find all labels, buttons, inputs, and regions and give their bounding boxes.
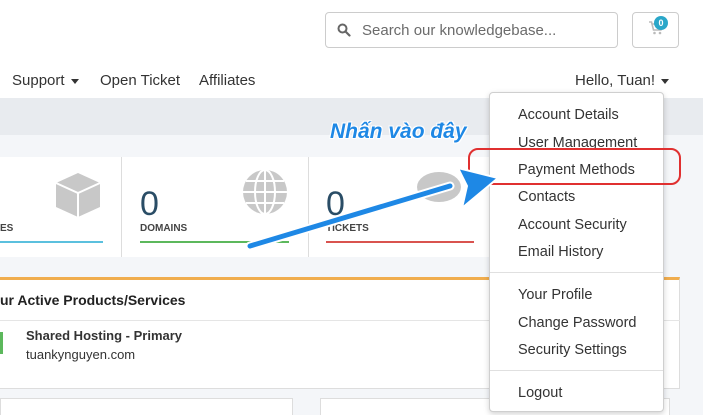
- menu-item-account-security[interactable]: Account Security: [518, 217, 627, 233]
- annotation-text: Nhấn vào đây: [330, 120, 467, 143]
- menu-item-security-settings[interactable]: Security Settings: [518, 342, 627, 358]
- bottom-card-left: [0, 398, 293, 415]
- menu-item-email-history[interactable]: Email History: [518, 244, 603, 260]
- nav-support[interactable]: Support: [12, 72, 79, 89]
- menu-item-logout[interactable]: Logout: [518, 385, 562, 401]
- stats-row: ES 0 DOMAINS 0 TICKETS: [0, 157, 490, 257]
- nav-support-label: Support: [12, 72, 65, 89]
- stat-value: 0: [140, 185, 159, 223]
- stat-label: DOMAINS: [140, 223, 188, 234]
- stat-value: 0: [326, 185, 345, 223]
- highlight-box: [468, 148, 681, 185]
- service-domain: tuankynguyen.com: [26, 347, 136, 362]
- account-greeting: Hello, Tuan!: [575, 72, 656, 89]
- cart-count-badge: 0: [654, 16, 668, 30]
- stat-underline: [140, 241, 289, 243]
- divider: [490, 272, 663, 273]
- divider: [490, 370, 663, 371]
- header-bar: 0: [0, 0, 703, 60]
- menu-item-your-profile[interactable]: Your Profile: [518, 287, 592, 303]
- account-dropdown-menu: Account Details User Management Payment …: [489, 92, 664, 412]
- search-icon: [326, 23, 362, 37]
- menu-item-account-details[interactable]: Account Details: [518, 107, 619, 123]
- cart-button[interactable]: 0: [632, 12, 679, 48]
- knowledgebase-search[interactable]: [325, 12, 618, 48]
- menu-item-change-password[interactable]: Change Password: [518, 315, 637, 331]
- stat-underline: [0, 241, 103, 243]
- search-input[interactable]: [362, 21, 602, 39]
- account-menu-toggle[interactable]: Hello, Tuan!: [575, 72, 670, 89]
- stat-underline: [326, 241, 474, 243]
- chevron-down-icon: [661, 78, 670, 84]
- nav-open-ticket[interactable]: Open Ticket: [100, 72, 180, 89]
- panel-title: ur Active Products/Services: [0, 292, 186, 308]
- nav-affiliates[interactable]: Affiliates: [199, 72, 255, 89]
- comments-icon: [415, 167, 465, 212]
- box-icon: [52, 169, 104, 226]
- stat-tile-tickets[interactable]: 0 TICKETS: [309, 157, 490, 257]
- status-indicator: [0, 332, 3, 354]
- chevron-down-icon: [70, 78, 79, 84]
- globe-icon: [240, 167, 290, 222]
- service-name[interactable]: Shared Hosting - Primary: [26, 328, 182, 343]
- menu-item-contacts[interactable]: Contacts: [518, 189, 575, 205]
- stat-tile-domains[interactable]: 0 DOMAINS: [122, 157, 307, 257]
- stat-tile-services[interactable]: ES: [0, 157, 120, 257]
- stat-label: ES: [0, 223, 14, 234]
- stat-label: TICKETS: [326, 223, 369, 234]
